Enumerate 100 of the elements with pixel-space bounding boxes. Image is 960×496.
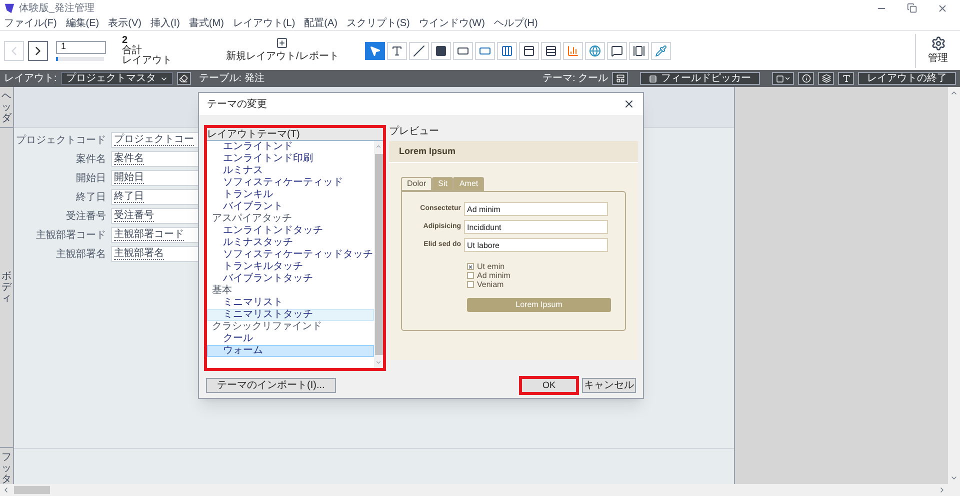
theme-list-item[interactable]: トランキルタッチ (207, 261, 374, 273)
chart-icon (566, 44, 579, 56)
scroll-left-icon[interactable] (2, 486, 10, 494)
theme-list-item[interactable]: バイブラントタッチ (207, 273, 374, 285)
next-button[interactable] (28, 40, 48, 60)
theme-group-label: 基本 (211, 285, 233, 297)
theme-list-item[interactable]: ミニマリスト (207, 297, 374, 309)
field-label: プロジェクトコード (15, 134, 106, 148)
scroll-up-icon[interactable] (950, 89, 958, 97)
field-icon (456, 44, 469, 56)
theme-list-item[interactable]: ミニマリストタッチ (207, 309, 374, 321)
portal-tool[interactable] (540, 42, 561, 60)
settings-icon[interactable] (930, 36, 946, 50)
app-logo-icon (4, 2, 15, 14)
scroll-down-icon[interactable] (950, 474, 958, 482)
checkbox-label: Veniam (477, 280, 504, 289)
popover-tool[interactable] (606, 42, 627, 60)
theme-button[interactable] (612, 72, 628, 85)
exit-layout-button[interactable]: レイアウトの終了 (858, 72, 956, 85)
layout-dropdown[interactable]: プロジェクトマスタ (60, 72, 173, 85)
preview-input[interactable]: Ad minim (464, 202, 608, 216)
rectangle-tool[interactable] (430, 42, 451, 60)
rows-icon (649, 74, 657, 82)
grid-button[interactable] (772, 72, 794, 85)
field-picker-button[interactable]: フィールドピッカー (640, 72, 760, 85)
pointer-tool[interactable] (364, 42, 385, 60)
layout-label: レイアウト (122, 56, 172, 66)
preview-input[interactable]: Ut labore (464, 238, 608, 252)
field-label: 開始日 (75, 172, 106, 186)
field-label: 案件名 (75, 152, 106, 166)
menu-item[interactable]: ファイル(F) (4, 16, 57, 30)
layout-label: レイアウト: (4, 72, 57, 86)
preview-input[interactable]: Incididunt (464, 220, 608, 234)
tab-control-icon (522, 44, 535, 56)
portal-icon (544, 44, 557, 56)
tab-control-tool[interactable] (518, 42, 539, 60)
info-button[interactable] (798, 72, 814, 85)
horizontal-scrollbar[interactable] (0, 484, 960, 496)
layers-button[interactable] (818, 72, 834, 85)
ok-button[interactable]: OK (519, 376, 579, 395)
slide-control-icon (632, 44, 645, 56)
preview-title: Lorem Ipsum (399, 144, 456, 158)
theme-list-label: レイアウトテーマ(T) (207, 128, 383, 141)
manage-label[interactable]: 管理 (928, 50, 948, 66)
scrollbar-thumb[interactable] (14, 486, 50, 494)
text-tool[interactable] (386, 42, 407, 60)
window-title: 体験版_発注管理 (19, 2, 95, 16)
theme-list-item[interactable]: クール (207, 333, 374, 345)
theme-label: テーマ: クール (542, 72, 608, 86)
new-layout-button[interactable]: 新規レイアウト/レポート (226, 37, 339, 64)
scroll-right-icon[interactable] (938, 486, 946, 494)
menu-item[interactable]: ウインドウ(W) (418, 16, 485, 30)
menu-item[interactable]: スクリプト(S) (346, 16, 410, 30)
line-icon (412, 44, 425, 56)
checkbox-label: Ad minim (477, 271, 510, 280)
menu-item[interactable]: 書式(M) (188, 16, 224, 30)
close-icon[interactable] (623, 98, 635, 110)
total-label: 合計 (122, 46, 143, 56)
record-number-field[interactable]: 1 (56, 40, 106, 54)
theme-list-item[interactable]: ウォーム (207, 345, 374, 357)
checkbox[interactable] (467, 263, 474, 270)
menu-item[interactable]: 配置(A) (304, 16, 338, 30)
text-style-button[interactable] (838, 72, 854, 85)
body-part-label: ボディ (2, 271, 12, 304)
vertical-scrollbar[interactable] (948, 87, 960, 484)
restore-icon[interactable] (907, 3, 917, 13)
record-total: 2 (122, 36, 128, 46)
checkbox[interactable] (467, 272, 474, 279)
globe-icon (588, 44, 601, 56)
layout-icon (616, 74, 624, 83)
text-icon (390, 44, 403, 56)
footer-part-label: フッタ (2, 452, 12, 484)
menu-item[interactable]: 挿入(I) (150, 16, 180, 30)
button-bar-tool[interactable] (496, 42, 517, 60)
menu-item[interactable]: 編集(E) (66, 16, 100, 30)
menu-item[interactable]: ヘルプ(H) (494, 16, 538, 30)
checkbox-label: Ut emin (477, 262, 505, 271)
popover-icon (610, 44, 623, 56)
field-tool[interactable] (452, 42, 473, 60)
slide-control-tool[interactable] (628, 42, 649, 60)
eyedropper-tool[interactable] (650, 42, 671, 60)
dialog-title: テーマの変更 (207, 98, 267, 112)
eyedropper-icon (654, 44, 667, 56)
preview-tab[interactable]: Dolor (401, 177, 432, 191)
cancel-button[interactable]: キャンセル (582, 378, 636, 393)
menu-item[interactable]: 表示(V) (108, 16, 142, 30)
field-label: 終了日 (75, 190, 106, 204)
close-icon[interactable] (937, 2, 948, 14)
rectangle-icon (434, 44, 447, 56)
line-tool[interactable] (408, 42, 429, 60)
globe-tool[interactable] (584, 42, 605, 60)
eraser-icon (179, 74, 188, 83)
checkbox[interactable] (467, 281, 474, 288)
import-theme-button[interactable]: テーマのインポート(I)... (206, 378, 336, 393)
menu-item[interactable]: レイアウト(L) (232, 16, 296, 30)
plus-square-icon (276, 37, 288, 49)
edit-layout-button[interactable] (176, 72, 191, 85)
caret-icon (784, 75, 790, 82)
button-tool[interactable] (474, 42, 495, 60)
layers-icon (822, 74, 830, 83)
